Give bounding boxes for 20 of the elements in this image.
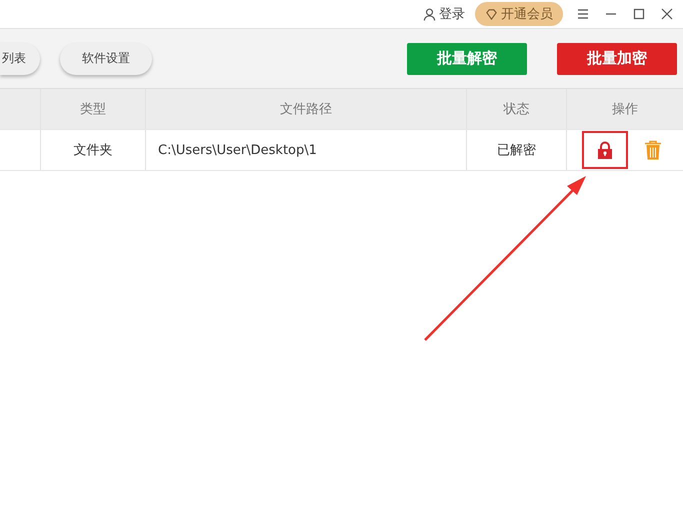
trash-icon <box>644 140 662 160</box>
vip-button[interactable]: 开通会员 <box>475 2 563 26</box>
person-icon <box>423 8 436 20</box>
diamond-icon <box>485 8 498 20</box>
column-header: 状态 <box>467 89 567 129</box>
column-header: 文件路径 <box>146 89 467 129</box>
table-cell: 已解密 <box>467 130 567 170</box>
table-cell: 文件夹 <box>41 130 146 170</box>
toolbar-button[interactable]: 列表 <box>0 42 40 74</box>
column-header: 操作 <box>611 101 639 119</box>
login-button[interactable]: 登录 <box>417 5 471 23</box>
menu-icon <box>577 8 589 20</box>
table-cell: C:\Users\User\Desktop\1 <box>146 130 467 170</box>
column-header: 类型 <box>41 89 146 129</box>
batch-encrypt-button[interactable]: 批量加密 <box>557 42 677 74</box>
maximize-icon <box>633 8 645 20</box>
lock-button[interactable] <box>582 131 628 169</box>
padlock-icon <box>597 140 613 160</box>
toolbar-button[interactable]: 软件设置 <box>60 42 152 74</box>
close-icon <box>661 8 673 20</box>
